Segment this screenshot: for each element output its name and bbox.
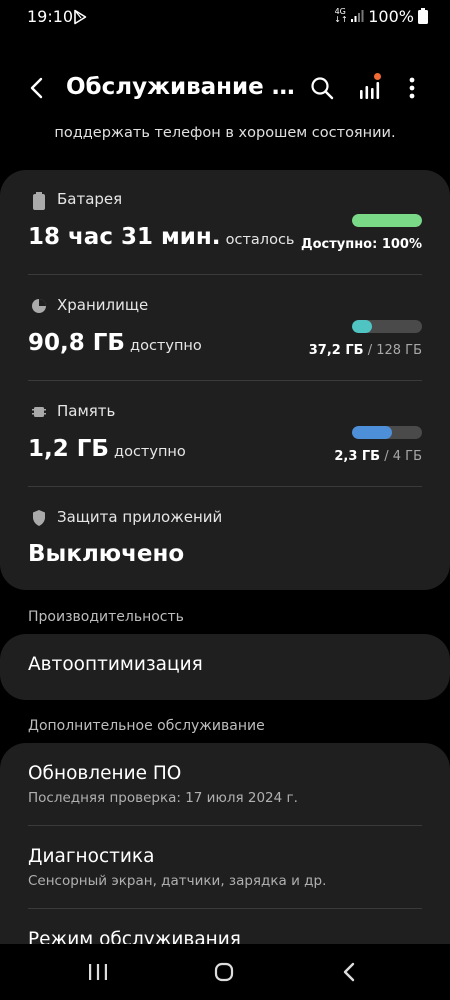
divider [28,274,422,275]
status-time: 19:10 [27,7,74,26]
auto-optimization-item[interactable]: Автооптимизация [0,634,450,700]
app-bar: Обслуживание устройства [0,60,450,116]
navigation-bar [0,944,450,1000]
memory-value: 1,2 ГБ доступно [28,436,186,462]
storage-value: 90,8 ГБ доступно [28,330,202,356]
notification-dot [374,73,381,80]
memory-usage: 2,3 ГБ / 4 ГБ [334,449,422,464]
battery-icon [33,192,45,210]
battery-bar-fill [352,214,422,227]
divider [28,486,422,487]
divider [28,380,422,381]
status-right: 4G ↓↑ 100% [334,6,428,26]
software-update-title: Обновление ПО [28,763,182,784]
page-subtitle: поддержать телефон в хорошем состоянии. [54,125,396,141]
battery-label: Батарея [57,190,123,208]
app-protection-label: Защита приложений [57,508,223,526]
app-protection-section[interactable]: Защита приложений Выключено [28,508,422,574]
battery-bar [352,214,422,227]
shield-icon [33,510,45,526]
app-protection-value: Выключено [28,541,185,567]
home-icon[interactable] [208,956,240,988]
memory-section[interactable]: Память 1,2 ГБ доступно 2,3 ГБ / 4 ГБ [28,402,422,488]
storage-bar [352,320,422,333]
memory-bar-fill [352,426,393,439]
memory-label: Память [57,402,116,420]
signal-icon [351,10,364,22]
status-card: Батарея 18 час 31 мин. осталось Доступно… [0,170,450,590]
back-icon[interactable] [22,72,54,104]
stats-icon[interactable] [354,72,386,104]
battery-percent: 100% [368,6,414,26]
performance-header: Производительность [28,609,184,625]
more-options-icon[interactable] [396,72,428,104]
memory-chip-icon [32,407,46,417]
network-type-icon: 4G ↓↑ [334,7,348,24]
additional-header: Дополнительное обслуживание [28,718,265,734]
auto-optimization-title: Автооптимизация [28,654,203,675]
status-bar: 19:10 4G ↓↑ 100% [0,0,450,34]
software-update-item[interactable]: Обновление ПО Последняя проверка: 17 июл… [0,743,450,825]
back-nav-icon[interactable] [334,956,366,988]
page-title: Обслуживание устройства [66,74,298,100]
storage-bar-fill [352,320,373,333]
battery-value: 18 час 31 мин. осталось [28,224,295,250]
play-store-icon [74,9,87,25]
storage-pie-icon [32,299,46,313]
diagnostics-subtitle: Сенсорный экран, датчики, зарядка и др. [28,873,327,889]
memory-bar [352,426,422,439]
storage-section[interactable]: Хранилище 90,8 ГБ доступно 37,2 ГБ / 128… [28,296,422,382]
battery-section[interactable]: Батарея 18 час 31 мин. осталось Доступно… [28,190,422,276]
search-icon[interactable] [306,72,338,104]
storage-usage: 37,2 ГБ / 128 ГБ [308,343,422,358]
storage-label: Хранилище [57,296,149,314]
device-care-screen: 19:10 4G ↓↑ 100% Обслуживание ус поддерж… [0,0,450,1000]
software-update-subtitle: Последняя проверка: 17 июля 2024 г. [28,790,298,806]
recents-icon[interactable] [82,956,114,988]
battery-available: Доступно: 100% [300,237,422,252]
diagnostics-title: Диагностика [28,846,155,867]
battery-icon [418,8,428,24]
diagnostics-item[interactable]: Диагностика Сенсорный экран, датчики, за… [0,826,450,908]
